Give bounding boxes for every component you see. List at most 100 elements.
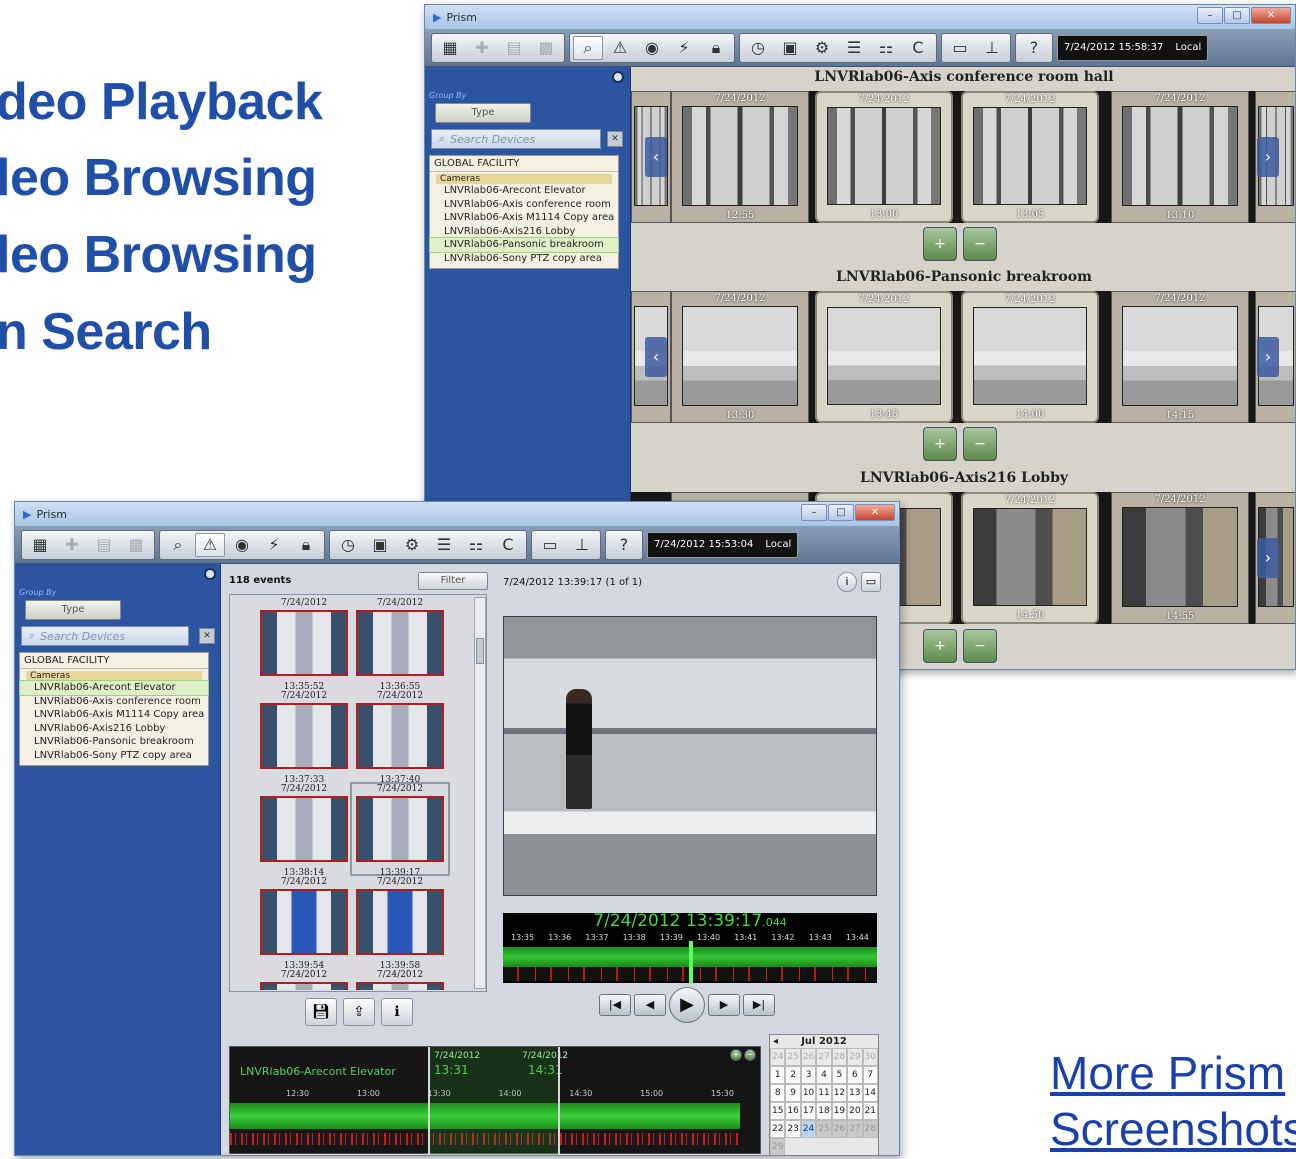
calendar-day[interactable]: 10 [800, 1084, 817, 1102]
prev-month-icon[interactable]: ◂ [773, 1036, 778, 1047]
camera-item-selected[interactable]: LNVRlab06-Pansonic breakroom [429, 237, 619, 253]
thumbnail[interactable]: 7/24/2012 14:50 [961, 492, 1099, 624]
event-thumbnail[interactable]: 7/24/2012 13:38:14 [256, 784, 352, 878]
filter-button[interactable]: Filter [418, 572, 488, 590]
range-timeline[interactable]: LNVRlab06-Arecont Elevator 7/24/2012 13:… [229, 1046, 761, 1155]
camera-item[interactable]: LNVRlab06-Axis conference room [430, 198, 618, 212]
calendar-day[interactable]: 23 [785, 1120, 801, 1138]
facility-node[interactable]: GLOBAL FACILITY [20, 653, 208, 669]
range-selection[interactable] [428, 1047, 560, 1155]
zoom-out-button[interactable]: − [963, 427, 997, 461]
maximize-button[interactable]: □ [1224, 7, 1250, 24]
calendar-day[interactable]: 14 [862, 1084, 878, 1102]
calendar-day[interactable]: 25 [816, 1120, 832, 1138]
calendar-day[interactable]: 28 [831, 1048, 848, 1066]
maximize-button[interactable]: □ [828, 504, 854, 521]
tiles-icon[interactable]: ▩ [121, 533, 151, 557]
calendar-day[interactable]: 24 [770, 1048, 786, 1066]
motion-search-icon[interactable]: ⚠ [605, 36, 635, 60]
thumbnail[interactable]: 7/24/2012 14:00 [961, 291, 1099, 423]
facility-node[interactable]: GLOBAL FACILITY [430, 156, 618, 172]
calendar-day[interactable]: 25 [785, 1048, 801, 1066]
camera-item[interactable]: LNVRlab06-Axis216 Lobby [430, 225, 618, 239]
clock-icon[interactable]: ◷ [333, 533, 363, 557]
event-thumbnail[interactable]: 7/24/2012 [256, 970, 352, 990]
config-icon[interactable]: C [493, 533, 523, 557]
step-back-button[interactable]: ◀ [634, 994, 666, 1016]
zoom-in-button[interactable]: + [923, 629, 957, 663]
calendar-day[interactable]: 9 [785, 1084, 801, 1102]
scrollbar-thumb[interactable] [476, 638, 484, 664]
timeline-cursor[interactable] [689, 941, 693, 983]
help-icon[interactable]: ? [609, 533, 639, 557]
lock-icon[interactable]: 🔒︎ [291, 533, 321, 557]
event-thumbnail[interactable]: 7/24/2012 13:37:40 [352, 691, 448, 785]
live-view-icon[interactable]: ▦ [25, 533, 55, 557]
skip-back-button[interactable]: |◀ [599, 994, 631, 1016]
calendar-day[interactable]: 22 [770, 1120, 786, 1138]
calendar-day[interactable]: 30 [862, 1048, 878, 1066]
camera-icon[interactable]: ◉ [637, 36, 667, 60]
clear-search-icon[interactable]: ✕ [607, 131, 623, 147]
prev-arrow-icon[interactable]: ‹ [645, 137, 667, 177]
save-icon[interactable]: 💾︎ [305, 998, 337, 1026]
thumbnail[interactable]: 7/24/2012 13:30 [671, 291, 809, 423]
next-arrow-icon[interactable]: › [1257, 337, 1279, 377]
calendar-day[interactable]: 29 [770, 1138, 786, 1155]
hierarchy-icon[interactable]: ⊥ [977, 36, 1007, 60]
calendar-day[interactable]: 11 [816, 1084, 832, 1102]
thumbnail[interactable]: 7/24/2012 13:00 [815, 91, 953, 223]
calendar-day[interactable]: 4 [816, 1066, 832, 1084]
calendar-icon[interactable]: ▭ [535, 533, 565, 557]
prev-arrow-icon[interactable]: ‹ [645, 337, 667, 377]
camera-item[interactable]: LNVRlab06-Axis216 Lobby [20, 722, 208, 736]
calendar-day[interactable]: 5 [831, 1066, 848, 1084]
hierarchy-icon[interactable]: ⊥ [567, 533, 597, 557]
lock-icon[interactable]: 🔒︎ [701, 36, 731, 60]
alarm-icon[interactable]: ⚡ [259, 533, 289, 557]
layout-icon[interactable]: ✚ [57, 533, 87, 557]
camera-item[interactable]: LNVRlab06-Axis M1114 Copy area [20, 708, 208, 722]
calendar-day[interactable]: 26 [800, 1048, 817, 1066]
skip-forward-button[interactable]: ▶| [743, 994, 775, 1016]
calendar-day[interactable]: 18 [816, 1102, 832, 1120]
list-settings-icon[interactable]: ☰ [429, 533, 459, 557]
camera-icon[interactable]: ◉ [227, 533, 257, 557]
list-settings-icon[interactable]: ☰ [839, 36, 869, 60]
help-icon[interactable]: ? [1019, 36, 1049, 60]
alarm-icon[interactable]: ⚡ [669, 36, 699, 60]
video-timeline[interactable]: 7/24/2012 13:39:17.044 13:35 13:36 13:37… [503, 911, 877, 983]
search-devices-input[interactable]: ⌕ Search Devices [431, 129, 601, 149]
type-button[interactable]: Type [25, 600, 121, 620]
grid-icon[interactable]: ▤ [499, 36, 529, 60]
tools-icon[interactable]: ⚙ [397, 533, 427, 557]
type-button[interactable]: Type [435, 103, 531, 123]
zoom-out-icon[interactable]: − [744, 1049, 756, 1061]
step-forward-button[interactable]: ▶ [708, 994, 740, 1016]
camera-item[interactable]: LNVRlab06-Pansonic breakroom [20, 735, 208, 749]
thumbnail[interactable]: 7/24/2012 13:45 [815, 291, 953, 423]
clock-icon[interactable]: ◷ [743, 36, 773, 60]
event-thumbnail[interactable]: 7/24/2012 13:36:55 [352, 598, 448, 692]
search-video-icon[interactable]: ⌕ [573, 35, 603, 60]
network-icon[interactable]: ⚏ [871, 36, 901, 60]
zoom-in-icon[interactable]: + [730, 1049, 742, 1061]
search-video-icon[interactable]: ⌕ [163, 533, 193, 557]
thumbnail[interactable]: 7/24/2012 12:55 [671, 91, 809, 223]
calendar-day[interactable]: 15 [770, 1102, 786, 1120]
minimize-button[interactable]: – [801, 504, 827, 521]
calendar-day[interactable]: 27 [847, 1120, 863, 1138]
clear-search-icon[interactable]: ✕ [199, 628, 215, 644]
event-thumbnail-selected[interactable]: 7/24/2012 13:39:17 [350, 782, 450, 878]
calendar-icon[interactable]: ▭ [945, 36, 975, 60]
calendar-day[interactable]: 16 [785, 1102, 801, 1120]
cameras-node[interactable]: Cameras [436, 174, 612, 184]
calendar-day[interactable]: 26 [831, 1120, 848, 1138]
camera-item[interactable]: LNVRlab06-Arecont Elevator [430, 184, 618, 198]
calendar-day[interactable]: 20 [847, 1102, 863, 1120]
next-arrow-icon[interactable]: › [1257, 538, 1279, 578]
calendar-day[interactable]: 2 [785, 1066, 801, 1084]
collapse-icon[interactable] [204, 568, 216, 580]
monitor-icon[interactable]: ▣ [775, 36, 805, 60]
calendar-day[interactable]: 27 [816, 1048, 832, 1066]
